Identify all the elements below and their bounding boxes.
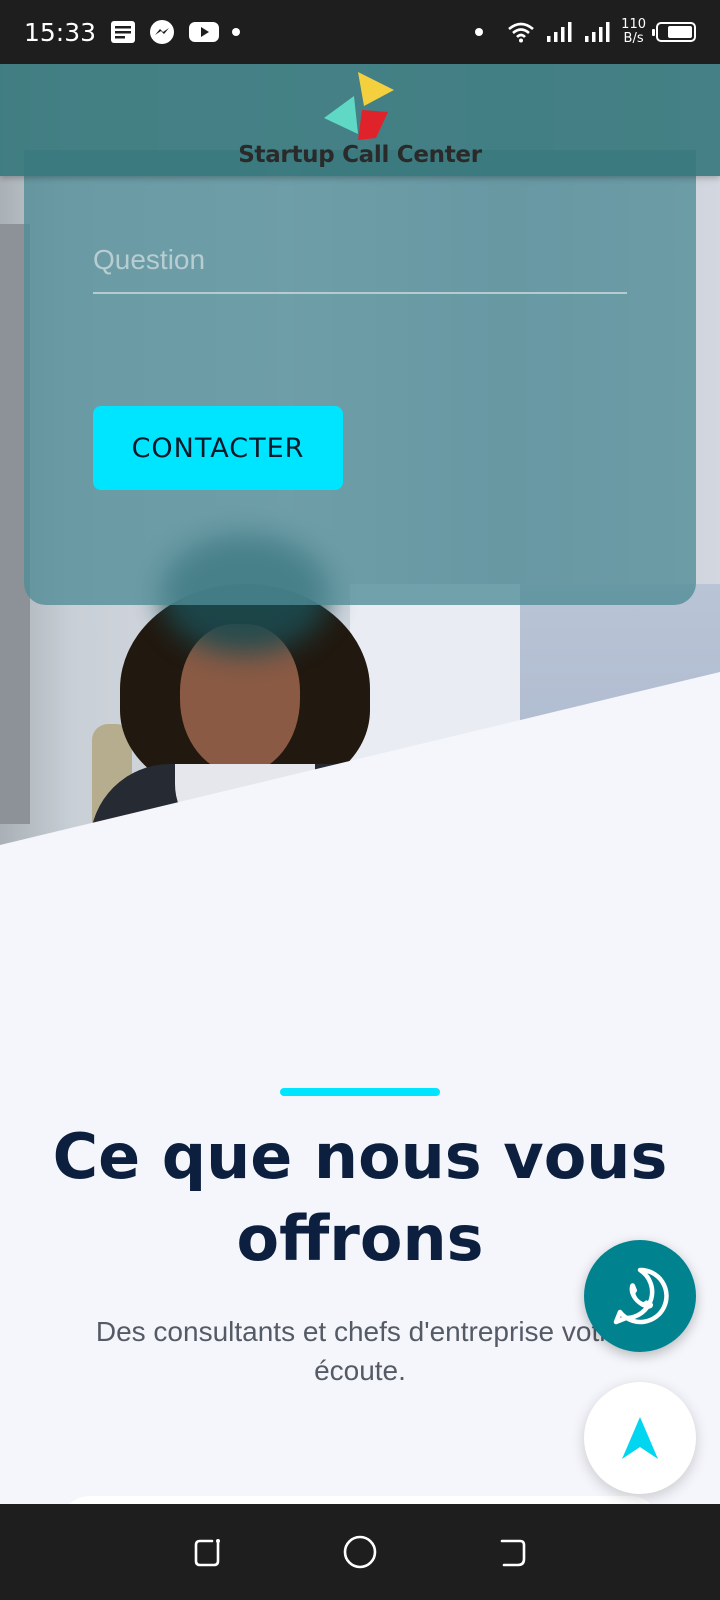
notes-icon xyxy=(110,20,136,44)
net-speed-unit: B/s xyxy=(623,31,644,46)
dot-icon xyxy=(232,28,241,36)
section-divider xyxy=(280,1088,440,1096)
signal-icon xyxy=(583,21,611,43)
logo-icon[interactable] xyxy=(318,68,408,142)
home-button[interactable] xyxy=(330,1522,390,1582)
back-icon xyxy=(501,1539,526,1567)
youtube-icon xyxy=(188,20,220,44)
net-speed: 110 B/s xyxy=(621,18,646,46)
recent-apps-icon xyxy=(194,1539,220,1567)
battery-icon xyxy=(652,22,696,42)
navigation-bar xyxy=(0,1504,720,1600)
whatsapp-button[interactable] xyxy=(584,1240,696,1352)
back-button[interactable] xyxy=(483,1522,543,1582)
dot-icon xyxy=(475,28,484,36)
messenger-icon xyxy=(148,18,176,46)
contact-button[interactable]: CONTACTER xyxy=(93,406,343,490)
whatsapp-icon xyxy=(613,1267,669,1325)
net-speed-value: 110 xyxy=(621,17,646,32)
status-bar: 15:33 110 B/s xyxy=(0,0,720,64)
question-input[interactable] xyxy=(93,228,627,294)
brand-name[interactable]: Startup Call Center xyxy=(238,142,482,168)
site-header: Startup Call Center xyxy=(0,64,720,176)
battery-fill xyxy=(668,26,692,38)
offer-title: Ce que nous vous offrons xyxy=(52,1120,668,1275)
offer-subtitle: Des consultants et chefs d'entreprise vo… xyxy=(95,1316,625,1386)
home-icon xyxy=(343,1535,377,1569)
scroll-top-button[interactable] xyxy=(584,1382,696,1494)
wifi-icon xyxy=(507,21,535,43)
contact-form-card xyxy=(24,150,696,605)
recent-apps-button[interactable] xyxy=(177,1522,237,1582)
navigation-arrow-icon xyxy=(622,1417,658,1459)
signal-icon xyxy=(545,21,573,43)
status-time: 15:33 xyxy=(24,17,97,47)
